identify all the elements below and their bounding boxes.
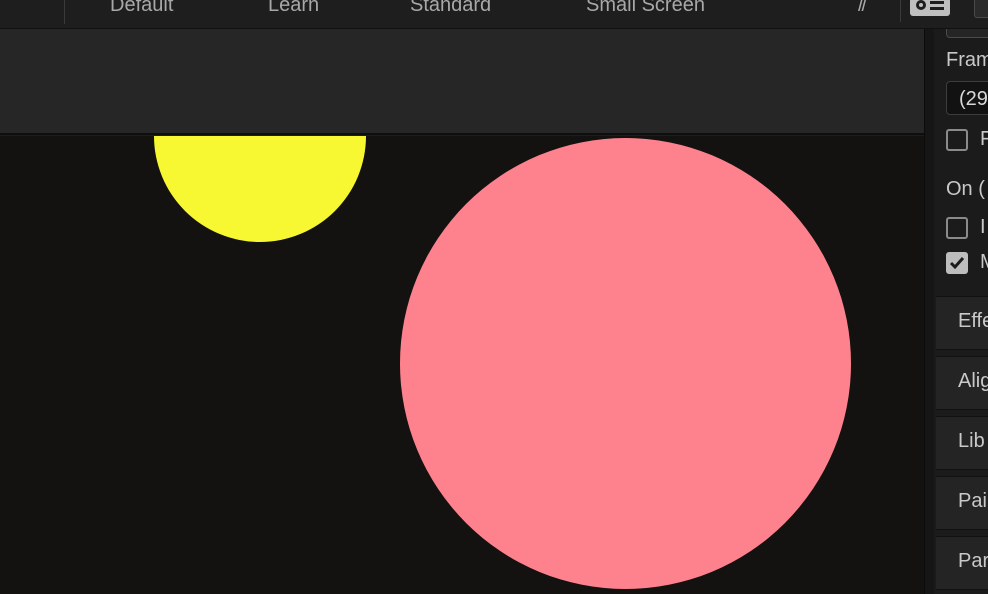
frame-rate-field[interactable]: (29 [946, 81, 988, 115]
collapsed-panel-label: Alig [958, 370, 988, 392]
collapsed-panel-effects[interactable]: Effe [936, 296, 988, 350]
collapsed-panel-libraries[interactable]: Lib [936, 416, 988, 470]
checkbox-2[interactable] [946, 217, 968, 239]
on-label: On ( [946, 178, 985, 200]
panel-top-control[interactable] [946, 29, 988, 38]
workspace-tab-default[interactable]: Default [110, 0, 173, 17]
checkbox-3[interactable] [946, 252, 968, 274]
checkbox-3-label: M [980, 251, 988, 274]
workspace-bar-left-divider [0, 0, 65, 24]
panel-header [0, 29, 926, 135]
checkbox-1-label: F [980, 128, 988, 150]
pink-circle-shape[interactable] [400, 138, 851, 589]
collapsed-panel-align[interactable]: Alig [936, 356, 988, 410]
workspace-bar: Default Learn Standard Small Screen // [0, 0, 988, 29]
workspace-bar-divider [900, 0, 901, 22]
collapsed-panel-label: Lib [958, 430, 985, 452]
yellow-circle-shape[interactable] [154, 136, 366, 242]
collapsed-panel-label: Effe [958, 310, 988, 332]
checkbox-1[interactable] [946, 129, 968, 151]
workspace-tab-small-screen[interactable]: Small Screen [586, 0, 705, 17]
double-chevron-right-icon[interactable]: // [858, 0, 867, 17]
workspace-settings-icon[interactable] [910, 0, 950, 16]
workspace-tab-standard[interactable]: Standard [410, 0, 491, 17]
workspace-overflow-button[interactable] [974, 0, 988, 18]
collapsed-panel-paragraph[interactable]: Par [936, 536, 988, 590]
right-properties-panel: Fram (29 F On ( I M Effe Alig Lib Pai Pa… [934, 29, 988, 594]
collapsed-panel-label: Pai [958, 490, 987, 512]
workspace-tab-learn[interactable]: Learn [268, 0, 319, 17]
collapsed-panel-label: Par [958, 550, 988, 572]
collapsed-panel-paint[interactable]: Pai [936, 476, 988, 530]
frame-label: Fram [946, 49, 988, 71]
checkbox-2-label: I [980, 216, 986, 238]
checkmark-icon [949, 257, 965, 270]
composition-canvas[interactable] [0, 136, 924, 594]
